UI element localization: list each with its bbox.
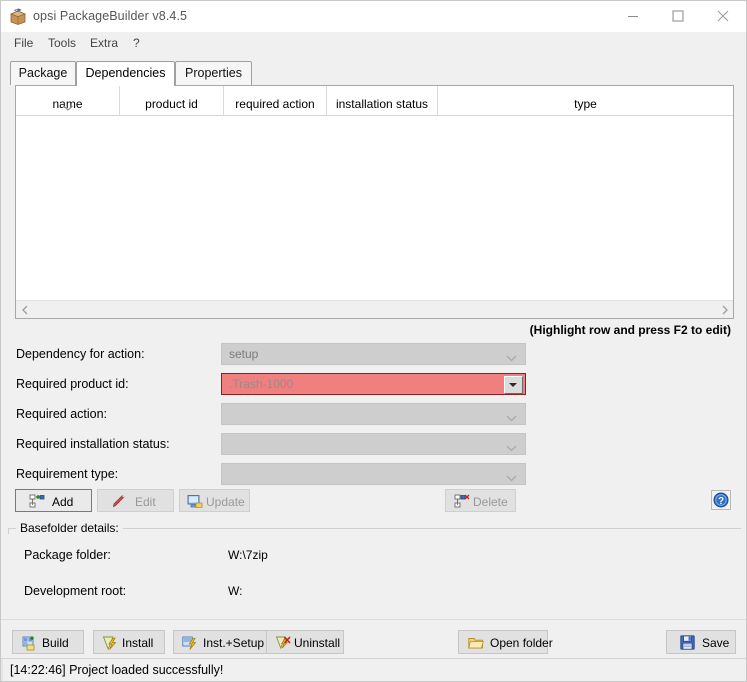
column-header-product-id[interactable]: product id — [120, 86, 224, 115]
delete-node-icon — [454, 494, 470, 509]
table-body[interactable] — [16, 116, 733, 300]
build-button[interactable]: Build — [12, 630, 84, 654]
chevron-down-icon[interactable] — [504, 376, 523, 394]
tab-package[interactable]: Package — [10, 61, 76, 85]
requirement-type-combo[interactable] — [221, 463, 526, 485]
maximize-icon[interactable] — [655, 1, 700, 31]
add-node-icon — [29, 494, 45, 509]
add-button-label: Add — [52, 495, 74, 509]
chevron-down-icon — [506, 411, 517, 425]
package-folder-value: W:\7zip — [228, 548, 268, 562]
install-button[interactable]: Install — [93, 630, 165, 654]
update-button-label: Update — [206, 495, 245, 509]
help-circle-icon[interactable]: ? — [711, 490, 731, 510]
tab-strip: Package Dependencies Properties — [10, 61, 738, 86]
delete-button-label: Delete — [473, 495, 508, 509]
title-bar: opsi PackageBuilder v8.4.5 — [1, 1, 746, 32]
update-icon — [187, 494, 203, 509]
column-header-required-action[interactable]: required action — [224, 86, 327, 115]
menu-item-extra[interactable]: Extra — [86, 35, 122, 51]
development-root-value: W: — [228, 584, 243, 598]
uninstall-icon — [275, 636, 291, 651]
basefolder-details-title: Basefolder details: — [16, 521, 123, 535]
package-folder-label: Package folder: — [24, 548, 111, 562]
uninstall-button-label: Uninstall — [294, 636, 341, 650]
menu-item-tools[interactable]: Tools — [44, 35, 80, 51]
development-root-label: Development root: — [24, 584, 127, 598]
package-box-icon — [9, 8, 27, 25]
column-header-name[interactable]: name — [16, 86, 120, 115]
status-bar: [14:22:46] Project loaded successfully! — [1, 658, 746, 681]
menu-item-file[interactable]: File — [10, 35, 37, 51]
dependency-for-action-combo[interactable]: setup — [221, 343, 526, 365]
bottom-divider — [1, 619, 746, 620]
scrollbar-track[interactable] — [33, 301, 716, 318]
menu-item-help[interactable]: ? — [129, 35, 144, 51]
close-icon[interactable] — [700, 1, 745, 31]
edit-button-label: Edit — [135, 495, 156, 509]
update-button[interactable]: Update — [179, 489, 250, 512]
label-dependency-for-action: Dependency for action: — [16, 347, 145, 361]
window-title: opsi PackageBuilder v8.4.5 — [33, 9, 188, 23]
label-required-installation-status: Required installation status: — [16, 437, 170, 451]
save-button[interactable]: Save — [666, 630, 736, 654]
basefolder-details-group: Basefolder details: Package folder: W:\7… — [8, 521, 741, 618]
dependencies-table[interactable]: name product id required action installa… — [15, 85, 734, 319]
tab-properties[interactable]: Properties — [175, 61, 252, 85]
menu-bar: File Tools Extra ? — [1, 32, 746, 54]
inst-setup-button-label: Inst.+Setup — [203, 636, 265, 650]
delete-button[interactable]: Delete — [445, 489, 516, 512]
dependency-for-action-value: setup — [229, 347, 259, 361]
save-icon — [680, 635, 696, 650]
status-grip — [1, 659, 3, 681]
chevron-right-icon[interactable] — [716, 301, 733, 318]
label-required-action: Required action: — [16, 407, 108, 421]
minimize-icon[interactable] — [610, 1, 655, 31]
horizontal-scrollbar[interactable] — [16, 300, 733, 318]
chevron-left-icon[interactable] — [16, 301, 33, 318]
install-icon — [102, 636, 118, 651]
chevron-down-icon — [506, 351, 517, 365]
table-header-row: name product id required action installa… — [16, 86, 733, 116]
pencil-icon — [111, 494, 127, 509]
column-header-installation-status[interactable]: installation status — [327, 86, 438, 115]
application-window: opsi PackageBuilder v8.4.5 File Tools Ex… — [0, 0, 747, 682]
folder-icon — [468, 636, 484, 651]
open-folder-button[interactable]: Open folder — [458, 630, 553, 654]
build-button-label: Build — [42, 636, 69, 650]
status-message: [14:22:46] Project loaded successfully! — [10, 663, 224, 677]
add-button[interactable]: Add — [15, 489, 92, 512]
chevron-down-icon — [506, 471, 517, 485]
edit-hint-text: (Highlight row and press F2 to edit) — [529, 323, 731, 337]
instsetup-icon — [182, 636, 198, 651]
chevron-down-icon — [506, 441, 517, 455]
label-requirement-type: Requirement type: — [16, 467, 119, 481]
inst-setup-button[interactable]: Inst.+Setup — [173, 630, 267, 654]
uninstall-button[interactable]: Uninstall — [266, 630, 344, 654]
edit-button[interactable]: Edit — [97, 489, 174, 512]
open-folder-button-label: Open folder — [490, 636, 553, 650]
install-button-label: Install — [122, 636, 154, 650]
tab-dependencies[interactable]: Dependencies — [76, 61, 175, 86]
required-product-id-combo[interactable]: .Trash-1000 — [221, 373, 526, 395]
save-button-label: Save — [702, 636, 730, 650]
svg-text:?: ? — [718, 496, 724, 507]
required-product-id-value: .Trash-1000 — [229, 377, 294, 391]
column-header-type[interactable]: type — [438, 86, 733, 115]
required-installation-status-combo[interactable] — [221, 433, 526, 455]
build-icon — [22, 636, 38, 651]
group-corner — [8, 528, 9, 534]
required-action-combo[interactable] — [221, 403, 526, 425]
label-required-product-id: Required product id: — [16, 377, 129, 391]
